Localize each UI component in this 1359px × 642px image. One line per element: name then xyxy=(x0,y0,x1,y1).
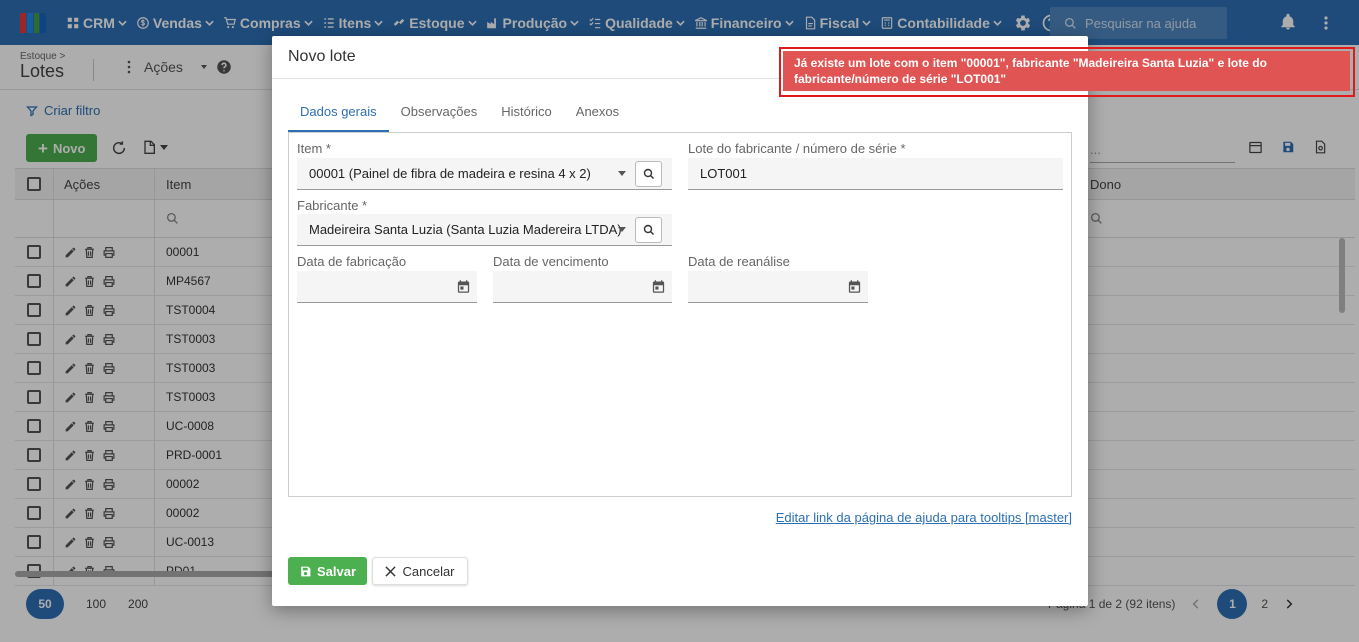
reanalysis-date-input[interactable] xyxy=(688,271,868,303)
manufacture-date-input[interactable] xyxy=(297,271,477,303)
lot-number-label: Lote do fabricante / número de série * xyxy=(688,141,906,156)
calendar-icon[interactable] xyxy=(651,279,666,294)
dialog-tabs: Dados gerais Observações Histórico Anexo… xyxy=(288,102,631,132)
manufacturer-select[interactable]: Madeireira Santa Luzia (Santa Luzia Made… xyxy=(297,214,672,246)
item-label: Item * xyxy=(297,141,331,156)
calendar-icon[interactable] xyxy=(847,279,862,294)
item-value: 00001 (Painel de fibra de madeira e resi… xyxy=(309,166,591,181)
tab-history[interactable]: Histórico xyxy=(489,102,564,132)
manufacturer-lookup-button[interactable] xyxy=(635,217,662,243)
error-toast[interactable]: Já existe um lote com o item "00001", fa… xyxy=(783,51,1350,91)
cancel-button-label: Cancelar xyxy=(402,563,455,579)
caret-down-icon xyxy=(618,171,626,176)
tab-general[interactable]: Dados gerais xyxy=(288,102,389,132)
tab-notes[interactable]: Observações xyxy=(389,102,490,132)
search-icon xyxy=(643,224,654,235)
help-page-link[interactable]: Editar link da página de ajuda para tool… xyxy=(776,510,1072,525)
new-lot-dialog: Novo lote Dados gerais Observações Histó… xyxy=(272,36,1088,606)
general-tab-panel: Item * 00001 (Painel de fibra de madeira… xyxy=(288,132,1072,497)
calendar-icon[interactable] xyxy=(456,279,471,294)
dialog-title: Novo lote xyxy=(288,48,356,65)
reanalysis-date-label: Data de reanálise xyxy=(688,254,790,269)
save-button[interactable]: Salvar xyxy=(288,557,367,585)
close-icon xyxy=(385,565,397,577)
lot-number-value: LOT001 xyxy=(700,166,747,181)
tab-attachments[interactable]: Anexos xyxy=(564,102,631,132)
item-lookup-button[interactable] xyxy=(635,161,662,187)
cancel-button[interactable]: Cancelar xyxy=(372,557,468,585)
item-select[interactable]: 00001 (Painel de fibra de madeira e resi… xyxy=(297,158,672,190)
lot-number-input[interactable]: LOT001 xyxy=(688,158,1063,190)
save-icon xyxy=(301,566,311,576)
manufacturer-value: Madeireira Santa Luzia (Santa Luzia Made… xyxy=(309,222,622,237)
expiry-date-label: Data de vencimento xyxy=(493,254,609,269)
expiry-date-input[interactable] xyxy=(493,271,672,303)
save-button-label: Salvar xyxy=(316,563,357,579)
search-icon xyxy=(643,168,654,179)
manufacture-date-label: Data de fabricação xyxy=(297,254,407,269)
manufacturer-label: Fabricante * xyxy=(297,198,368,213)
error-toast-message: Já existe um lote com o item "00001", fa… xyxy=(794,56,1267,86)
caret-down-icon xyxy=(618,227,626,232)
